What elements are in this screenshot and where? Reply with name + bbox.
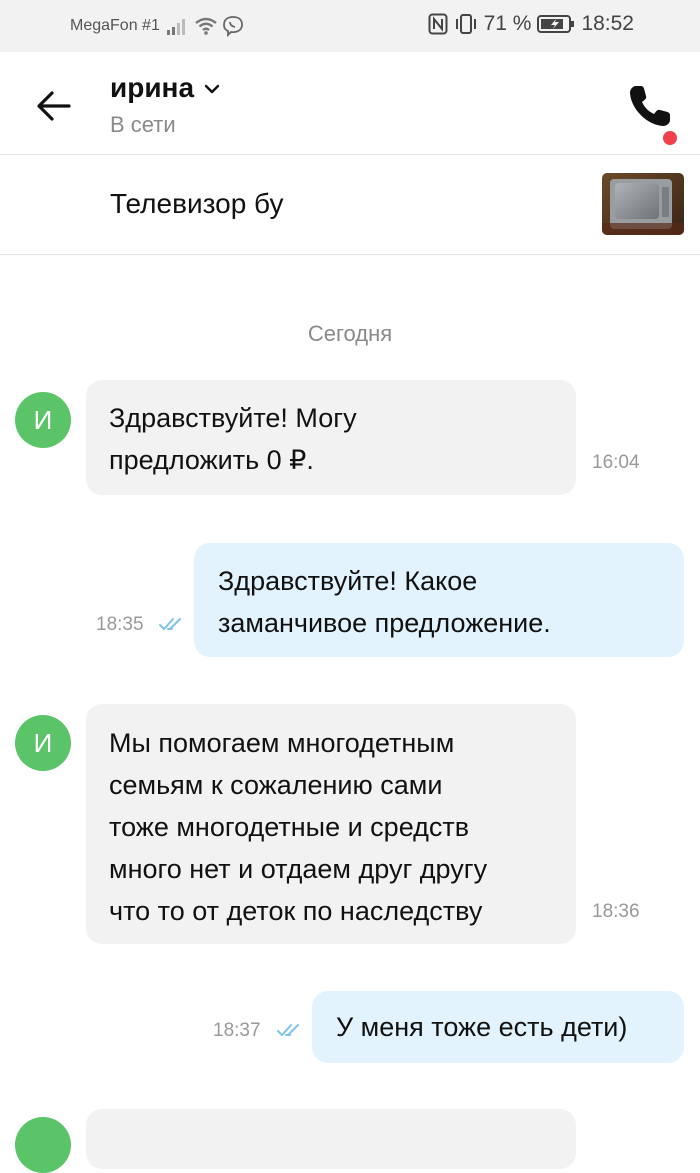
chevron-down-icon[interactable] (204, 81, 220, 97)
status-bar-right: 71 % 18:52 (428, 12, 634, 36)
message-line: заманчивое предложение. (218, 608, 551, 638)
chat-header: ирина В сети (0, 52, 700, 155)
arrow-left-icon (37, 91, 71, 121)
message-timestamp: 18:35 (96, 614, 144, 635)
message-text: Мы помогаем многодетным семьям к сожален… (109, 722, 487, 932)
double-check-read-icon (277, 1024, 299, 1037)
back-button[interactable] (34, 86, 74, 126)
wifi-icon (195, 17, 217, 35)
incoming-message-bubble[interactable]: Здравствуйте! Могу предложить 0 ₽. (86, 380, 576, 495)
message-line: много нет и отдаем друг другу (109, 854, 488, 884)
message-text: У меня тоже есть дети) (336, 1006, 627, 1048)
status-bar-left: MegaFon #1 (70, 15, 244, 37)
carrier-name: MegaFon #1 (70, 17, 160, 34)
tv-photo-thumbnail (602, 173, 684, 235)
call-button[interactable] (626, 82, 674, 130)
incoming-message-bubble-partial (86, 1109, 576, 1169)
message-line: Мы помогаем многодетным (109, 728, 455, 758)
listing-thumbnail[interactable] (602, 173, 684, 235)
message-line: Здравствуйте! Могу (109, 403, 357, 433)
message-text: Здравствуйте! Могу предложить 0 ₽. (109, 397, 357, 481)
message-timestamp: 18:37 (213, 1020, 261, 1041)
nfc-icon (428, 13, 448, 35)
listing-banner[interactable]: Телевизор бу (0, 155, 700, 255)
outgoing-message-bubble[interactable]: Здравствуйте! Какое заманчивое предложен… (194, 543, 684, 657)
vibrate-icon (455, 14, 476, 34)
message-timestamp: 16:04 (592, 452, 640, 473)
listing-title[interactable]: Телевизор бу (110, 188, 283, 220)
battery-percent: 71 % (483, 12, 532, 35)
outgoing-message-bubble[interactable]: У меня тоже есть дети) (312, 991, 684, 1063)
viber-icon (222, 16, 243, 37)
message-line: что то от деток по наследству (109, 896, 483, 926)
notification-dot (663, 131, 677, 145)
battery-icon (537, 15, 575, 33)
message-line: семьям к сожалению сами (109, 770, 443, 800)
phone-icon (630, 86, 670, 126)
contact-avatar[interactable]: И (15, 715, 71, 771)
message-line: У меня тоже есть дети) (336, 1012, 628, 1042)
message-line: предложить 0 ₽. (109, 445, 314, 475)
incoming-message-bubble[interactable]: Мы помогаем многодетным семьям к сожален… (86, 704, 576, 944)
contact-online-status: В сети (110, 112, 176, 137)
date-separator: Сегодня (307, 321, 393, 346)
contact-avatar-partial (15, 1117, 71, 1173)
message-text: Здравствуйте! Какое заманчивое предложен… (218, 560, 551, 644)
signal-icons (166, 15, 244, 37)
contact-name[interactable]: ирина (110, 72, 194, 104)
signal-strength-icon (166, 19, 185, 35)
message-line: Здравствуйте! Какое (218, 566, 478, 596)
status-bar: MegaFon #1 71 % 18:52 (0, 0, 700, 52)
message-line: тоже многодетные и средств (109, 812, 470, 842)
contact-avatar[interactable]: И (15, 392, 71, 448)
double-check-read-icon (159, 618, 181, 631)
clock: 18:52 (581, 12, 634, 35)
message-timestamp: 18:36 (592, 901, 640, 922)
